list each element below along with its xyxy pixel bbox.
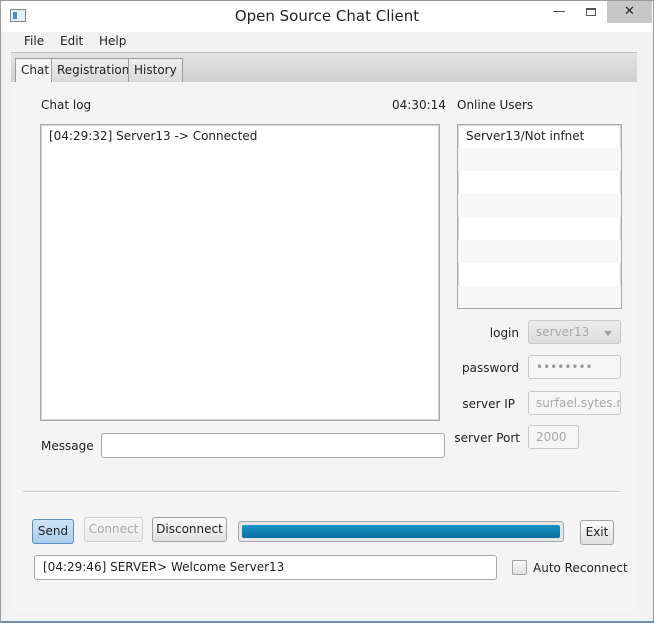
- user-list-item[interactable]: [458, 217, 621, 240]
- auto-reconnect-checkbox[interactable]: [512, 560, 527, 575]
- title-bar: Open Source Chat Client — ✕: [1, 1, 653, 32]
- user-list-item[interactable]: [458, 194, 621, 217]
- message-label: Message: [41, 439, 94, 453]
- tab-history[interactable]: History: [128, 58, 183, 83]
- login-value: server13: [536, 325, 590, 339]
- chevron-down-icon: [604, 331, 612, 336]
- message-input[interactable]: [101, 433, 445, 458]
- disconnect-button[interactable]: Disconnect: [152, 517, 227, 542]
- user-list-item[interactable]: [458, 286, 621, 308]
- server-port-value: 2000: [536, 430, 567, 444]
- close-icon: ✕: [624, 4, 635, 19]
- user-list-item[interactable]: [458, 263, 621, 286]
- user-list-item[interactable]: [458, 171, 621, 194]
- user-list-item[interactable]: [458, 240, 621, 263]
- connect-button[interactable]: Connect: [84, 517, 143, 542]
- progress-fill: [242, 525, 560, 538]
- chat-log-line: [04:29:32] Server13 -> Connected: [49, 129, 258, 143]
- online-users-list[interactable]: Server13/Not infnet: [457, 124, 622, 309]
- chat-log-label: Chat log: [41, 98, 92, 112]
- clock: 04:30:14: [392, 98, 446, 112]
- server-ip-label: server IP: [462, 397, 515, 411]
- server-ip-field[interactable]: surfael.sytes.ne: [528, 391, 621, 415]
- password-label: password: [462, 361, 519, 375]
- send-button[interactable]: Send: [32, 519, 74, 544]
- auto-reconnect-label: Auto Reconnect: [533, 561, 628, 575]
- online-users-label: Online Users: [457, 98, 534, 112]
- server-ip-value: surfael.sytes.ne: [536, 396, 620, 410]
- close-button[interactable]: ✕: [607, 1, 652, 23]
- tab-chat[interactable]: Chat: [15, 58, 56, 84]
- app-window: Open Source Chat Client — ✕ File Edit He…: [0, 0, 654, 623]
- maximize-button[interactable]: [576, 1, 606, 23]
- chat-log-area[interactable]: [04:29:32] Server13 -> Connected: [40, 124, 440, 421]
- status-field[interactable]: [04:29:46] SERVER> Welcome Server13: [34, 555, 497, 580]
- separator: [23, 491, 620, 493]
- menu-bar: File Edit Help: [1, 32, 653, 52]
- menu-help[interactable]: Help: [99, 34, 126, 48]
- login-label: login: [489, 326, 519, 340]
- login-select[interactable]: server13: [528, 320, 621, 344]
- menu-file[interactable]: File: [24, 34, 44, 48]
- tab-registration[interactable]: Registration: [51, 58, 136, 83]
- minimize-icon: —: [552, 4, 566, 19]
- user-list-item[interactable]: Server13/Not infnet: [458, 125, 621, 148]
- progress-bar: [238, 521, 564, 542]
- password-value: ••••••••: [536, 360, 593, 374]
- tab-bar: Chat Registration History: [11, 52, 637, 84]
- server-port-field[interactable]: 2000: [528, 425, 579, 449]
- menu-edit[interactable]: Edit: [60, 34, 83, 48]
- password-field[interactable]: ••••••••: [528, 355, 621, 379]
- user-list-item[interactable]: [458, 148, 621, 171]
- minimize-button[interactable]: —: [544, 1, 574, 23]
- server-port-label: server Port: [454, 431, 520, 445]
- maximize-icon: [586, 8, 596, 16]
- exit-button[interactable]: Exit: [580, 520, 614, 545]
